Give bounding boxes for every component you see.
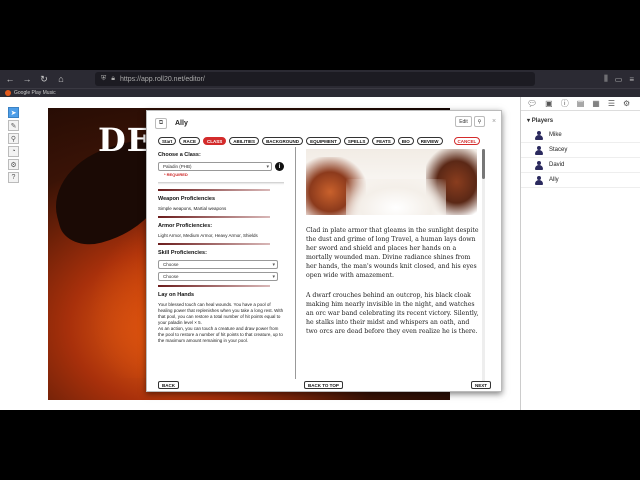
player-avatar-icon (535, 145, 543, 155)
tab-start[interactable]: Start (158, 137, 177, 145)
armor-proficiencies-text: Light Armor, Medium Armor, Heavy Armor, … (158, 233, 258, 238)
tab-race[interactable]: RACE (179, 137, 201, 145)
dialog-title: Ally (175, 119, 188, 127)
library-icon[interactable]: ⫼ (604, 74, 608, 84)
zoom-tool-icon[interactable]: ⚲ (8, 133, 19, 144)
player-avatar-icon (535, 130, 543, 140)
player-avatar-icon (535, 175, 543, 185)
screen: ← → ↻ ⌂ ⛨ 🔒︎ https://app.roll20.net/edit… (0, 0, 640, 480)
url-text: https://app.roll20.net/editor/ (119, 75, 205, 83)
lay-on-hands-text-1: Your blessed touch can heal wounds. You … (158, 302, 284, 325)
tab-review[interactable]: REVIEW (416, 137, 443, 145)
column-divider (295, 147, 296, 379)
cards-icon[interactable]: ▦ (592, 99, 600, 108)
dialog-header: ⧉ Ally Edit ⚲ × (147, 111, 501, 135)
class-select-box: Choose a Class: Paladin (PHB) i * REQUIR… (158, 149, 284, 182)
section-divider (158, 285, 270, 287)
weapon-proficiencies-heading: Weapon Proficiencies (158, 196, 216, 202)
tab-background[interactable]: BACKGROUND (262, 137, 304, 145)
builder-tabs: Start RACE CLASS ABILITIES BACKGROUND EQ… (158, 137, 481, 145)
art-icon[interactable]: ▣ (545, 99, 553, 108)
draw-tool-icon[interactable]: ✎ (8, 120, 19, 131)
dialog-footer: BACK BACK TO TOP NEXT (158, 381, 492, 389)
choose-class-heading: Choose a Class: (158, 152, 201, 158)
browser-toolbar: ← → ↻ ⌂ ⛨ 🔒︎ https://app.roll20.net/edit… (0, 70, 640, 88)
player-item[interactable]: Ally (521, 173, 640, 188)
shield-icon: ⛨ (101, 75, 107, 82)
settings-gear-icon[interactable]: ⚙ (623, 99, 630, 108)
reload-icon[interactable]: ↻ (37, 72, 51, 86)
back-to-top-button[interactable]: BACK TO TOP (304, 381, 343, 389)
class-options-column: Choose a Class: Paladin (PHB) i * REQUIR… (158, 149, 284, 381)
tab-feats[interactable]: FEATS (372, 137, 395, 145)
search-icon[interactable]: ⚲ (474, 116, 485, 127)
players-header[interactable]: ▾ Players (521, 111, 640, 128)
menu-icon[interactable]: ≡ (629, 75, 634, 84)
tab-spells[interactable]: SPELLS (343, 137, 370, 145)
back-button[interactable]: BACK (158, 381, 179, 389)
chat-icon[interactable]: 💬︎ (527, 99, 537, 108)
lore-paragraph-2: A dwarf crouches behind an outcrop, his … (306, 292, 479, 335)
home-icon[interactable]: ⌂ (54, 72, 68, 86)
browser-right-icons: ⫼ ▭ ≡ (604, 70, 640, 88)
journal-icon[interactable]: ▤ (577, 99, 585, 108)
class-description-column: Clad in plate armor that gleams in the s… (306, 149, 481, 381)
close-icon[interactable]: × (492, 118, 496, 125)
skill-select-1[interactable]: Choose (158, 260, 278, 269)
sidebar-icon[interactable]: ▭ (615, 75, 623, 84)
gm-tool-icon[interactable]: ⚙ (8, 159, 19, 170)
lay-on-hands-heading: Lay on Hands (158, 292, 195, 298)
armor-proficiencies-heading: Armor Proficiencies: (158, 223, 213, 229)
address-bar[interactable]: ⛨ 🔒︎ https://app.roll20.net/editor/ (95, 72, 535, 86)
lock-icon: 🔒︎ (111, 75, 115, 82)
info-icon[interactable]: i (275, 162, 284, 171)
player-item[interactable]: Mike (521, 128, 640, 143)
scrollbar-thumb[interactable] (482, 149, 485, 179)
player-item[interactable]: David (521, 158, 640, 173)
paladin-artwork (306, 149, 477, 215)
select-tool-icon[interactable]: ➤ (8, 107, 19, 118)
tab-bio[interactable]: BIO (397, 137, 414, 145)
lay-on-hands-text-2: As an action, you can touch a creature a… (158, 326, 283, 343)
bookmarks-bar: Google Play Music (0, 88, 640, 97)
tool-column: ➤ ✎ ⚲ ◔ ⚙ ? (8, 107, 20, 183)
tab-equipment[interactable]: EQUIPMENT (306, 137, 341, 145)
help-tool-icon[interactable]: ? (8, 172, 19, 183)
required-label: * REQUIRED (164, 172, 188, 177)
cancel-button[interactable]: CANCEL (453, 137, 481, 145)
tab-abilities[interactable]: ABILITIES (229, 137, 260, 145)
player-item[interactable]: Stacey (521, 143, 640, 158)
skill-select-2[interactable]: Choose (158, 272, 278, 281)
weapon-proficiencies-text: Simple weapons, Martial weapons (158, 206, 227, 211)
next-button[interactable]: NEXT (471, 381, 492, 389)
section-divider (158, 216, 270, 218)
character-builder-dialog: ⧉ Ally Edit ⚲ × Start RACE CLASS ABILITI… (146, 110, 502, 392)
lore-paragraph-1: Clad in plate armor that gleams in the s… (306, 227, 479, 279)
forward-arrow-icon[interactable]: → (20, 72, 34, 86)
section-divider (158, 243, 270, 245)
measure-tool-icon[interactable]: ◔ (8, 146, 19, 157)
list-icon[interactable]: ☰ (608, 99, 615, 108)
class-select-row: Paladin (PHB) i (158, 162, 284, 171)
back-arrow-icon[interactable]: ← (3, 72, 17, 86)
section-divider (158, 189, 270, 191)
right-sidebar: 💬︎ ▣ ⓘ ▤ ▦ ☰ ⚙ ▾ Players Mike Stacey Dav… (520, 97, 640, 410)
tab-class[interactable]: CLASS (203, 137, 227, 145)
edit-button[interactable]: Edit (455, 116, 472, 127)
bookmark-google-play-music[interactable]: Google Play Music (14, 90, 56, 96)
player-avatar-icon (535, 160, 543, 170)
character-icon[interactable]: ⧉ (155, 117, 167, 129)
art-mist (346, 179, 446, 215)
class-select[interactable]: Paladin (PHB) (158, 162, 272, 171)
description-scrollbar[interactable] (482, 149, 485, 381)
skill-proficiencies-heading: Skill Proficiencies: (158, 250, 207, 256)
google-play-music-icon (5, 90, 11, 96)
sidebar-tabs: 💬︎ ▣ ⓘ ▤ ▦ ☰ ⚙ (521, 97, 640, 111)
info-icon[interactable]: ⓘ (561, 98, 569, 109)
